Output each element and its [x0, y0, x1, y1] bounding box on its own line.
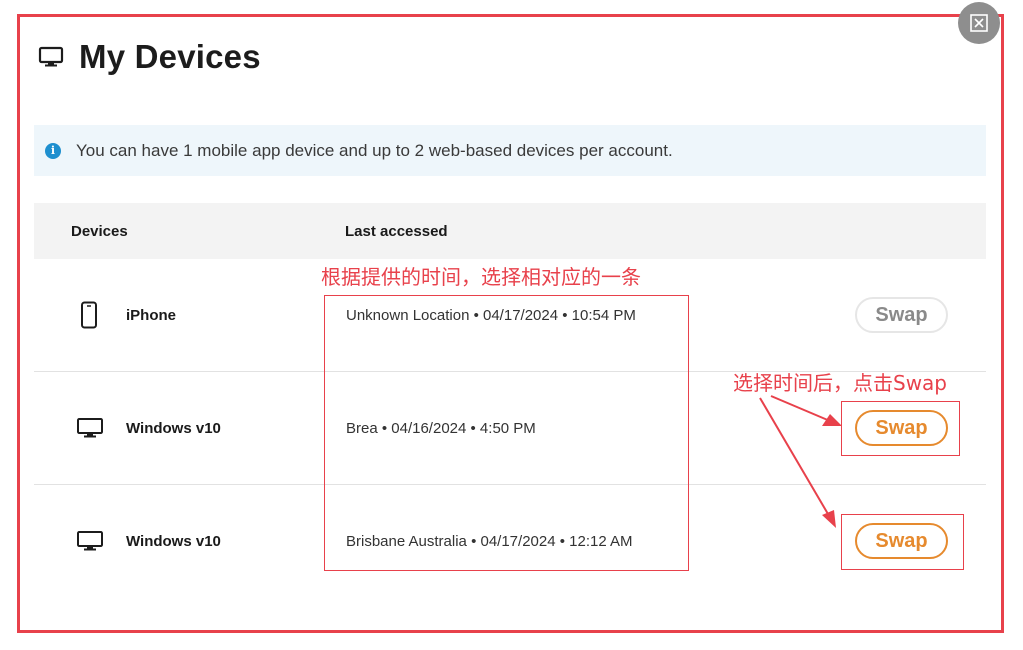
- arrow-to-swap-row-2: [770, 395, 831, 422]
- arrow-head-icon: [822, 510, 836, 528]
- annotation-arrows: [759, 395, 842, 528]
- arrow-head-icon: [822, 414, 842, 426]
